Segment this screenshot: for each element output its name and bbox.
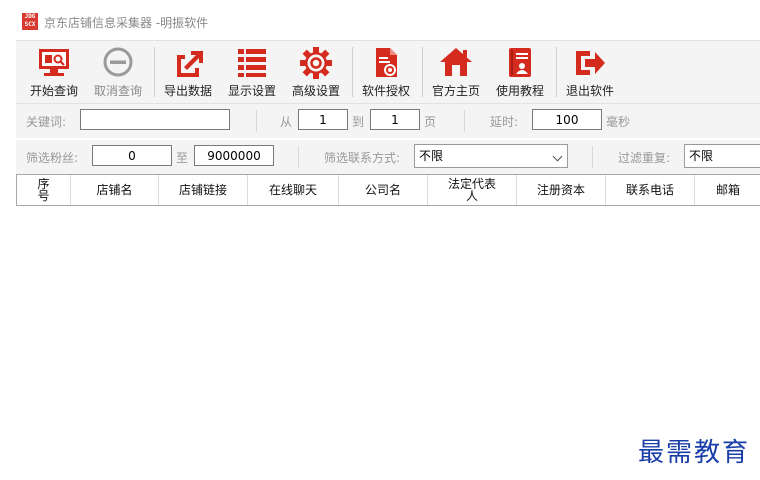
column-header-phone[interactable]: 联系电话 xyxy=(606,175,695,205)
cancel-query-label: 取消查询 xyxy=(93,84,142,98)
exit-software-button[interactable]: 退出软件 xyxy=(560,41,620,103)
field-separator xyxy=(592,146,593,168)
column-header-email[interactable]: 邮箱 xyxy=(695,175,760,205)
display-settings-label: 显示设置 xyxy=(227,84,276,98)
page-unit-label: 页 xyxy=(424,115,437,129)
cancel-query-button[interactable]: 取消查询 xyxy=(88,41,148,103)
exit-software-label: 退出软件 xyxy=(565,84,614,98)
contact-filter-select[interactable]: 不限 xyxy=(414,144,568,168)
field-separator xyxy=(256,110,257,132)
page-to-label: 到 xyxy=(352,115,365,129)
column-header-online-chat[interactable]: 在线聊天 xyxy=(248,175,339,205)
contact-filter-label: 筛选联系方式: xyxy=(324,151,401,165)
delay-label: 延时: xyxy=(490,115,519,129)
search-monitor-icon xyxy=(39,49,69,76)
chevron-down-icon xyxy=(552,151,563,162)
column-header-shop-link[interactable]: 店铺链接 xyxy=(159,175,248,205)
app-logo-text: JDG SCX xyxy=(24,13,36,28)
toolbar: 开始查询 取消查询 导出数据 显示设置 高级设置 软件授权 官方主页 使用教程 … xyxy=(16,40,760,104)
contact-filter-value: 不限 xyxy=(419,149,444,163)
advanced-settings-button[interactable]: 高级设置 xyxy=(286,41,346,103)
list-icon xyxy=(238,49,266,77)
export-icon xyxy=(177,51,203,77)
display-settings-button[interactable]: 显示设置 xyxy=(222,41,282,103)
book-icon xyxy=(509,48,531,77)
watermark: 最需教育 xyxy=(638,438,751,468)
dedup-filter-value: 不限 xyxy=(689,149,714,163)
search-row: 关键词: 从 到 页 延时: 毫秒 xyxy=(16,104,760,138)
column-header-index[interactable]: 序号 xyxy=(17,175,71,205)
keyword-label: 关键词: xyxy=(26,115,67,129)
fans-max-input[interactable] xyxy=(194,145,274,166)
field-separator xyxy=(464,110,465,132)
license-document-icon xyxy=(376,48,397,77)
page-from-label: 从 xyxy=(280,115,293,129)
column-header-registered-capital[interactable]: 注册资本 xyxy=(517,175,606,205)
page-from-input[interactable] xyxy=(298,109,348,130)
column-header-company-name[interactable]: 公司名 xyxy=(339,175,428,205)
start-query-label: 开始查询 xyxy=(29,84,78,98)
column-header-legal-representative[interactable]: 法定代表人 xyxy=(428,175,517,205)
official-homepage-button[interactable]: 官方主页 xyxy=(426,41,486,103)
home-icon xyxy=(440,48,472,76)
delay-unit-label: 毫秒 xyxy=(606,115,631,129)
column-header-shop-name[interactable]: 店铺名 xyxy=(71,175,159,205)
filter-row: 筛选粉丝: 至 筛选联系方式: 不限 过滤重复: 不限 xyxy=(16,140,760,174)
software-license-label: 软件授权 xyxy=(361,84,410,98)
export-data-button[interactable]: 导出数据 xyxy=(158,41,218,103)
window-title: 京东店铺信息采集器 -明振软件 xyxy=(44,16,209,30)
toolbar-separator xyxy=(154,47,155,97)
app-logo: JDG SCX xyxy=(22,13,38,30)
toolbar-separator xyxy=(422,47,423,97)
toolbar-separator xyxy=(556,47,557,97)
tutorial-label: 使用教程 xyxy=(495,84,544,98)
export-data-label: 导出数据 xyxy=(163,84,212,98)
result-table-header: 序号 店铺名 店铺链接 在线聊天 公司名 法定代表人 注册资本 联系电话 邮箱 xyxy=(16,174,760,206)
advanced-settings-label: 高级设置 xyxy=(291,84,340,98)
exit-icon xyxy=(576,51,605,75)
gear-icon xyxy=(300,47,332,79)
toolbar-separator xyxy=(352,47,353,97)
fans-filter-label: 筛选粉丝: xyxy=(26,151,79,165)
title-bar: JDG SCX 京东店铺信息采集器 -明振软件 xyxy=(0,0,760,40)
software-license-button[interactable]: 软件授权 xyxy=(356,41,416,103)
dedup-filter-label: 过滤重复: xyxy=(618,151,671,165)
tutorial-button[interactable]: 使用教程 xyxy=(490,41,550,103)
official-homepage-label: 官方主页 xyxy=(431,84,480,98)
dedup-filter-select[interactable]: 不限 xyxy=(684,144,760,168)
keyword-input[interactable] xyxy=(80,109,230,130)
fans-range-label: 至 xyxy=(176,151,189,165)
start-query-button[interactable]: 开始查询 xyxy=(24,41,84,103)
cancel-circle-icon xyxy=(103,47,133,77)
page-to-input[interactable] xyxy=(370,109,420,130)
field-separator xyxy=(298,146,299,168)
fans-min-input[interactable] xyxy=(92,145,172,166)
delay-input[interactable] xyxy=(532,109,602,130)
